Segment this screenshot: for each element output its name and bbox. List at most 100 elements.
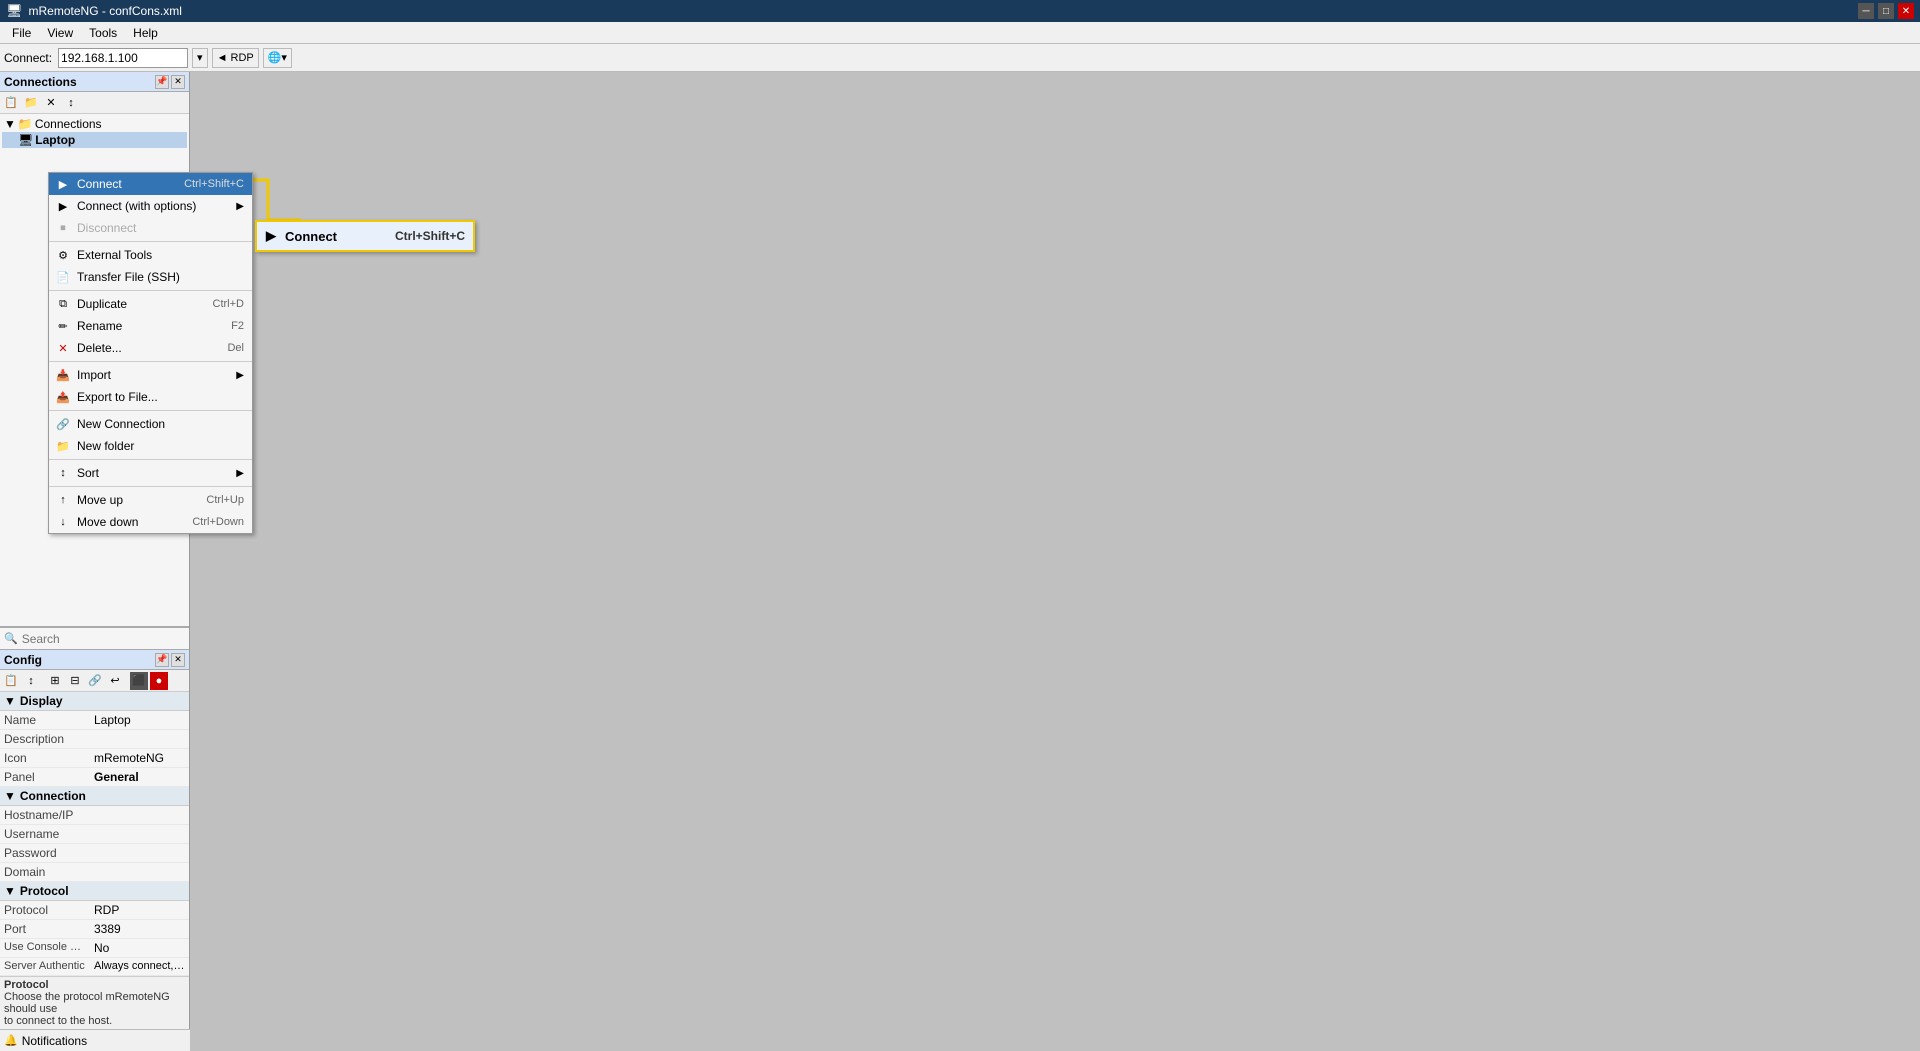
config-section-connection[interactable]: ▼ Connection: [0, 787, 189, 806]
config-value-port: 3389: [90, 920, 189, 938]
config-tb-2[interactable]: ↕: [22, 672, 40, 690]
config-tb-record[interactable]: ⬛: [130, 672, 148, 690]
pin-button[interactable]: 📌: [155, 75, 169, 89]
config-label-domain: Domain: [0, 863, 90, 881]
tree-root-connections[interactable]: ▼ 📁 Connections: [2, 116, 187, 132]
tree-item-label: Laptop: [35, 133, 75, 147]
ctx-import-label: Import: [77, 368, 111, 382]
config-value-panel: General: [90, 768, 189, 786]
config-value-icon: mRemoteNG: [90, 749, 189, 767]
ctx-new-folder-label: New folder: [77, 439, 134, 453]
config-value-server-auth: Always connect, eve: [90, 958, 189, 975]
connections-close-button[interactable]: ✕: [171, 75, 185, 89]
notifications-bar[interactable]: 🔔 Notifications: [0, 1029, 190, 1051]
ctx-sep1: [49, 241, 252, 242]
close-button[interactable]: ✕: [1898, 3, 1914, 19]
config-label-icon: Icon: [0, 749, 90, 767]
ctx-connect-options-arrow: ▶: [236, 201, 244, 212]
connect-dropdown-button[interactable]: ▾: [192, 48, 208, 68]
ctx-move-up-shortcut: Ctrl+Up: [206, 494, 244, 506]
ctx-transfer-file-icon: 📄: [55, 269, 71, 285]
menu-view[interactable]: View: [39, 24, 81, 42]
submenu-connect-item[interactable]: ▶ Connect Ctrl+Shift+C: [257, 222, 473, 250]
config-tb-1[interactable]: 📋: [2, 672, 20, 690]
minimize-button[interactable]: ─: [1858, 3, 1874, 19]
globe-button[interactable]: 🌐▾: [263, 48, 292, 68]
ctx-connect-options[interactable]: ▶ Connect (with options) ▶: [49, 195, 252, 217]
ctx-import-arrow: ▶: [236, 370, 244, 381]
config-tb-4[interactable]: ⊟: [66, 672, 84, 690]
config-row-hostname: Hostname/IP: [0, 806, 189, 825]
config-close-button[interactable]: ✕: [171, 653, 185, 667]
ctx-delete[interactable]: ✕ Delete... Del: [49, 337, 252, 359]
ctx-move-down[interactable]: ↓ Move down Ctrl+Down: [49, 511, 252, 533]
ctx-new-connection[interactable]: 🔗 New Connection: [49, 413, 252, 435]
ctx-duplicate-label: Duplicate: [77, 297, 127, 311]
connect-input[interactable]: [58, 48, 188, 68]
config-content: ▼ Display Name Laptop Description Icon m…: [0, 692, 189, 976]
config-pin-button[interactable]: 📌: [155, 653, 169, 667]
ctx-move-up[interactable]: ↑ Move up Ctrl+Up: [49, 489, 252, 511]
ctx-sort-label: Sort: [77, 466, 99, 480]
config-value-description: [90, 730, 189, 748]
config-title: Config: [4, 653, 42, 667]
title-bar-controls: ─ □ ✕: [1858, 3, 1914, 19]
ctx-export-label: Export to File...: [77, 390, 158, 404]
config-tb-red[interactable]: ●: [150, 672, 168, 690]
section-collapse-icon2: ▼: [4, 789, 16, 803]
config-row-name: Name Laptop: [0, 711, 189, 730]
section-protocol-label: Protocol: [20, 884, 69, 898]
ctx-rename-icon: ✏: [55, 318, 71, 334]
new-connection-btn[interactable]: 📋: [2, 94, 20, 112]
config-tb-5[interactable]: 🔗: [86, 672, 104, 690]
folder-icon: 📁: [18, 117, 33, 131]
config-row-icon: Icon mRemoteNG: [0, 749, 189, 768]
config-section-display[interactable]: ▼ Display: [0, 692, 189, 711]
ctx-import[interactable]: 📥 Import ▶: [49, 364, 252, 386]
config-tb-6[interactable]: ↩: [106, 672, 124, 690]
delete-btn[interactable]: ✕: [42, 94, 60, 112]
config-value-domain: [90, 863, 189, 881]
ctx-disconnect-label: Disconnect: [77, 221, 136, 235]
config-label-panel: Panel: [0, 768, 90, 786]
tree-item-laptop[interactable]: 🖥 Laptop: [2, 132, 187, 148]
new-folder-btn[interactable]: 📁: [22, 94, 40, 112]
menu-file[interactable]: File: [4, 24, 39, 42]
ctx-sort-arrow: ▶: [236, 468, 244, 479]
ctx-transfer-file[interactable]: 📄 Transfer File (SSH): [49, 266, 252, 288]
config-label-console: Use Console Ses: [0, 939, 90, 957]
ctx-rename[interactable]: ✏ Rename F2: [49, 315, 252, 337]
ctx-sep5: [49, 459, 252, 460]
rdp-button[interactable]: ◄ RDP: [212, 48, 259, 68]
ctx-sep3: [49, 361, 252, 362]
ctx-new-folder[interactable]: 📁 New folder: [49, 435, 252, 457]
ctx-external-tools-icon: ⚙: [55, 247, 71, 263]
ctx-sort[interactable]: ↕ Sort ▶: [49, 462, 252, 484]
ctx-external-tools[interactable]: ⚙ External Tools: [49, 244, 252, 266]
ctx-disconnect[interactable]: ⏹ Disconnect: [49, 217, 252, 239]
config-row-server-auth: Server Authentic Always connect, eve: [0, 958, 189, 976]
ctx-new-connection-icon: 🔗: [55, 416, 71, 432]
sort-btn[interactable]: ↕: [62, 94, 80, 112]
connect-label: Connect:: [4, 51, 52, 65]
search-bar: 🔍: [0, 627, 189, 649]
search-input[interactable]: [22, 630, 185, 648]
menu-tools[interactable]: Tools: [81, 24, 125, 42]
config-section-protocol[interactable]: ▼ Protocol: [0, 882, 189, 901]
ctx-connect-shortcut: Ctrl+Shift+C: [184, 178, 244, 190]
ctx-move-down-shortcut: Ctrl+Down: [192, 516, 244, 528]
section-connection-label: Connection: [20, 789, 86, 803]
ctx-sep6: [49, 486, 252, 487]
ctx-connect[interactable]: ▶ Connect Ctrl+Shift+C: [49, 173, 252, 195]
config-tb-3[interactable]: ⊞: [46, 672, 64, 690]
config-toolbar: 📋 ↕ ⊞ ⊟ 🔗 ↩ ⬛ ●: [0, 670, 189, 692]
maximize-button[interactable]: □: [1878, 3, 1894, 19]
ctx-export[interactable]: 📤 Export to File...: [49, 386, 252, 408]
menu-help[interactable]: Help: [125, 24, 166, 42]
tree-expand-icon: ▼: [4, 117, 16, 131]
title-text: mRemoteNG - confCons.xml: [29, 4, 182, 18]
tree-root-label: Connections: [35, 117, 102, 131]
config-label-description: Description: [0, 730, 90, 748]
title-bar: 🖥 mRemoteNG - confCons.xml ─ □ ✕: [0, 0, 1920, 22]
ctx-duplicate[interactable]: ⧉ Duplicate Ctrl+D: [49, 293, 252, 315]
